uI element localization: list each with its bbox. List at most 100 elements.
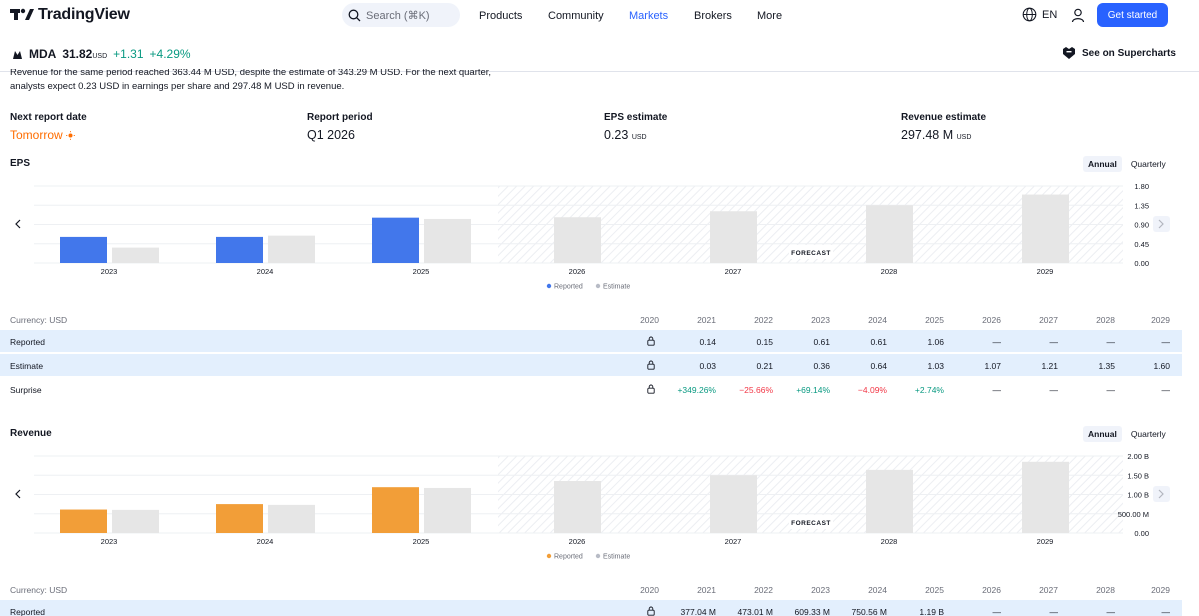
y-tick-label: 0.00 bbox=[1134, 529, 1149, 538]
bar-reported-2024[interactable] bbox=[216, 504, 263, 533]
legend-estimate-dot bbox=[595, 553, 601, 559]
table-cell: 377.04 M bbox=[680, 607, 716, 616]
logo-text: TradingView bbox=[38, 6, 130, 23]
supercharts-label: See on Supercharts bbox=[1082, 47, 1176, 59]
supercharts-icon bbox=[1063, 47, 1075, 59]
company-logo-icon bbox=[13, 50, 22, 59]
search-input[interactable]: Search (⌘K) bbox=[342, 3, 460, 27]
bar-reported-2025[interactable] bbox=[372, 217, 419, 263]
year-header: 2028 bbox=[1096, 585, 1115, 595]
legend-estimate-dot bbox=[595, 283, 601, 289]
get-started-button[interactable]: Get started bbox=[1097, 3, 1168, 27]
revenue-table-header: Currency: USD 2020 2021 2022 2023 2024 2025 202… bbox=[0, 578, 1182, 600]
scroll-right-button[interactable] bbox=[1153, 216, 1170, 232]
year-header: 2024 bbox=[868, 315, 887, 325]
kpi-eps-estimate: EPS estimate 0.23 USD bbox=[604, 112, 667, 142]
forecast-label: FORECAST bbox=[791, 250, 831, 257]
table-cell: 473.01 M bbox=[737, 607, 773, 616]
search-placeholder: Search (⌘K) bbox=[366, 9, 430, 22]
eps-period-toggle: Annual Quarterly bbox=[1083, 156, 1171, 172]
x-tick-label: 2024 bbox=[257, 537, 274, 546]
bar-estimate-2025[interactable] bbox=[424, 218, 471, 263]
nav-products[interactable]: Products bbox=[479, 10, 522, 22]
scroll-left-button[interactable] bbox=[10, 216, 26, 232]
legend-estimate-label: Estimate bbox=[603, 554, 630, 561]
table-cell: — bbox=[1049, 607, 1059, 616]
bar-reported-2025[interactable] bbox=[372, 487, 419, 533]
bar-reported-2023[interactable] bbox=[60, 509, 107, 533]
summary-line-2: analysts expect 0.23 USD in earnings per… bbox=[10, 81, 345, 92]
row-label: Reported bbox=[10, 337, 45, 347]
scroll-left-button[interactable] bbox=[10, 486, 26, 502]
tradingview-logo[interactable]: TradingView bbox=[10, 6, 130, 24]
eps-chart-svg: 1.80 1.35 0.90 0.45 0.00 2023 2024 2025 2026 2027… bbox=[10, 182, 1170, 291]
year-header: 2021 bbox=[697, 315, 716, 325]
symbol-ticker: MDA bbox=[29, 47, 57, 61]
bar-estimate-2023[interactable] bbox=[112, 247, 159, 263]
table-cell: — bbox=[1106, 385, 1116, 395]
x-tick-label: 2025 bbox=[413, 267, 430, 276]
lock-icon bbox=[647, 606, 655, 616]
symbol-info: MDA 31.82USD +1.31 +4.29% bbox=[12, 47, 191, 61]
scroll-right-button[interactable] bbox=[1153, 486, 1170, 502]
forecast-label: FORECAST bbox=[791, 520, 831, 527]
nav-community[interactable]: Community bbox=[548, 10, 604, 22]
x-tick-label: 2028 bbox=[881, 537, 898, 546]
bar-estimate-2027[interactable] bbox=[710, 475, 757, 533]
table-cell: 1.07 bbox=[984, 361, 1001, 371]
revenue-toggle-annual[interactable]: Annual bbox=[1083, 426, 1122, 442]
eps-toggle-quarterly[interactable]: Quarterly bbox=[1126, 156, 1171, 172]
bar-estimate-2024[interactable] bbox=[268, 235, 315, 263]
table-cell: 0.61 bbox=[813, 337, 830, 347]
kpi-value: 0.23 USD bbox=[604, 128, 667, 142]
user-icon[interactable] bbox=[1071, 8, 1085, 23]
lock-icon bbox=[647, 384, 655, 394]
legend-reported-dot bbox=[546, 553, 552, 559]
bar-reported-2024[interactable] bbox=[216, 236, 263, 263]
table-cell: −25.66% bbox=[739, 385, 773, 395]
kpi-revenue-estimate: Revenue estimate 297.48 M USD bbox=[901, 112, 986, 142]
bar-estimate-2023[interactable] bbox=[112, 509, 159, 533]
table-cell: +349.26% bbox=[677, 385, 716, 395]
table-cell: 0.03 bbox=[699, 361, 716, 371]
bar-reported-2023[interactable] bbox=[60, 236, 107, 263]
revenue-section-title: Revenue bbox=[10, 428, 52, 439]
table-cell: — bbox=[1106, 607, 1116, 616]
table-cell: — bbox=[992, 607, 1002, 616]
bar-estimate-2028[interactable] bbox=[866, 205, 913, 263]
table-cell: 609.33 M bbox=[794, 607, 830, 616]
eps-section-title: EPS bbox=[10, 158, 31, 169]
nav-markets[interactable]: Markets bbox=[629, 10, 668, 22]
eps-table-header: Currency: USD 2020 2021 2022 2023 2024 2025 202… bbox=[0, 308, 1182, 330]
table-cell: — bbox=[1161, 385, 1171, 395]
bar-estimate-2028[interactable] bbox=[866, 469, 913, 533]
supercharts-link[interactable]: See on Supercharts bbox=[1062, 46, 1176, 60]
bar-estimate-2026[interactable] bbox=[554, 217, 601, 263]
bar-estimate-2026[interactable] bbox=[554, 481, 601, 533]
table-cell: 0.15 bbox=[756, 337, 773, 347]
table-cell: — bbox=[992, 385, 1002, 395]
nav-more[interactable]: More bbox=[757, 10, 782, 22]
earnings-summary: Revenue for the same period reached 363.… bbox=[10, 69, 550, 96]
table-cell: — bbox=[992, 337, 1002, 347]
year-header: 2028 bbox=[1096, 315, 1115, 325]
bar-estimate-2024[interactable] bbox=[268, 504, 315, 533]
nav-brokers[interactable]: Brokers bbox=[694, 10, 732, 22]
revenue-toggle-quarterly[interactable]: Quarterly bbox=[1126, 426, 1171, 442]
bar-estimate-2027[interactable] bbox=[710, 211, 757, 263]
x-tick-label: 2025 bbox=[413, 537, 430, 546]
year-header: 2022 bbox=[754, 315, 773, 325]
bar-estimate-2029[interactable] bbox=[1022, 461, 1069, 533]
kpi-label: Next report date bbox=[10, 112, 87, 123]
language-selector[interactable]: EN bbox=[1022, 7, 1057, 22]
bar-estimate-2025[interactable] bbox=[424, 487, 471, 533]
year-header: 2025 bbox=[925, 585, 944, 595]
kpi-value: Q1 2026 bbox=[307, 128, 355, 142]
year-header: 2025 bbox=[925, 315, 944, 325]
year-header: 2020 bbox=[640, 315, 659, 325]
eps-toggle-annual[interactable]: Annual bbox=[1083, 156, 1122, 172]
year-header: 2024 bbox=[868, 585, 887, 595]
revenue-period-toggle: Annual Quarterly bbox=[1083, 426, 1171, 442]
bar-estimate-2029[interactable] bbox=[1022, 194, 1069, 263]
y-tick-label: 1.80 bbox=[1134, 182, 1149, 191]
